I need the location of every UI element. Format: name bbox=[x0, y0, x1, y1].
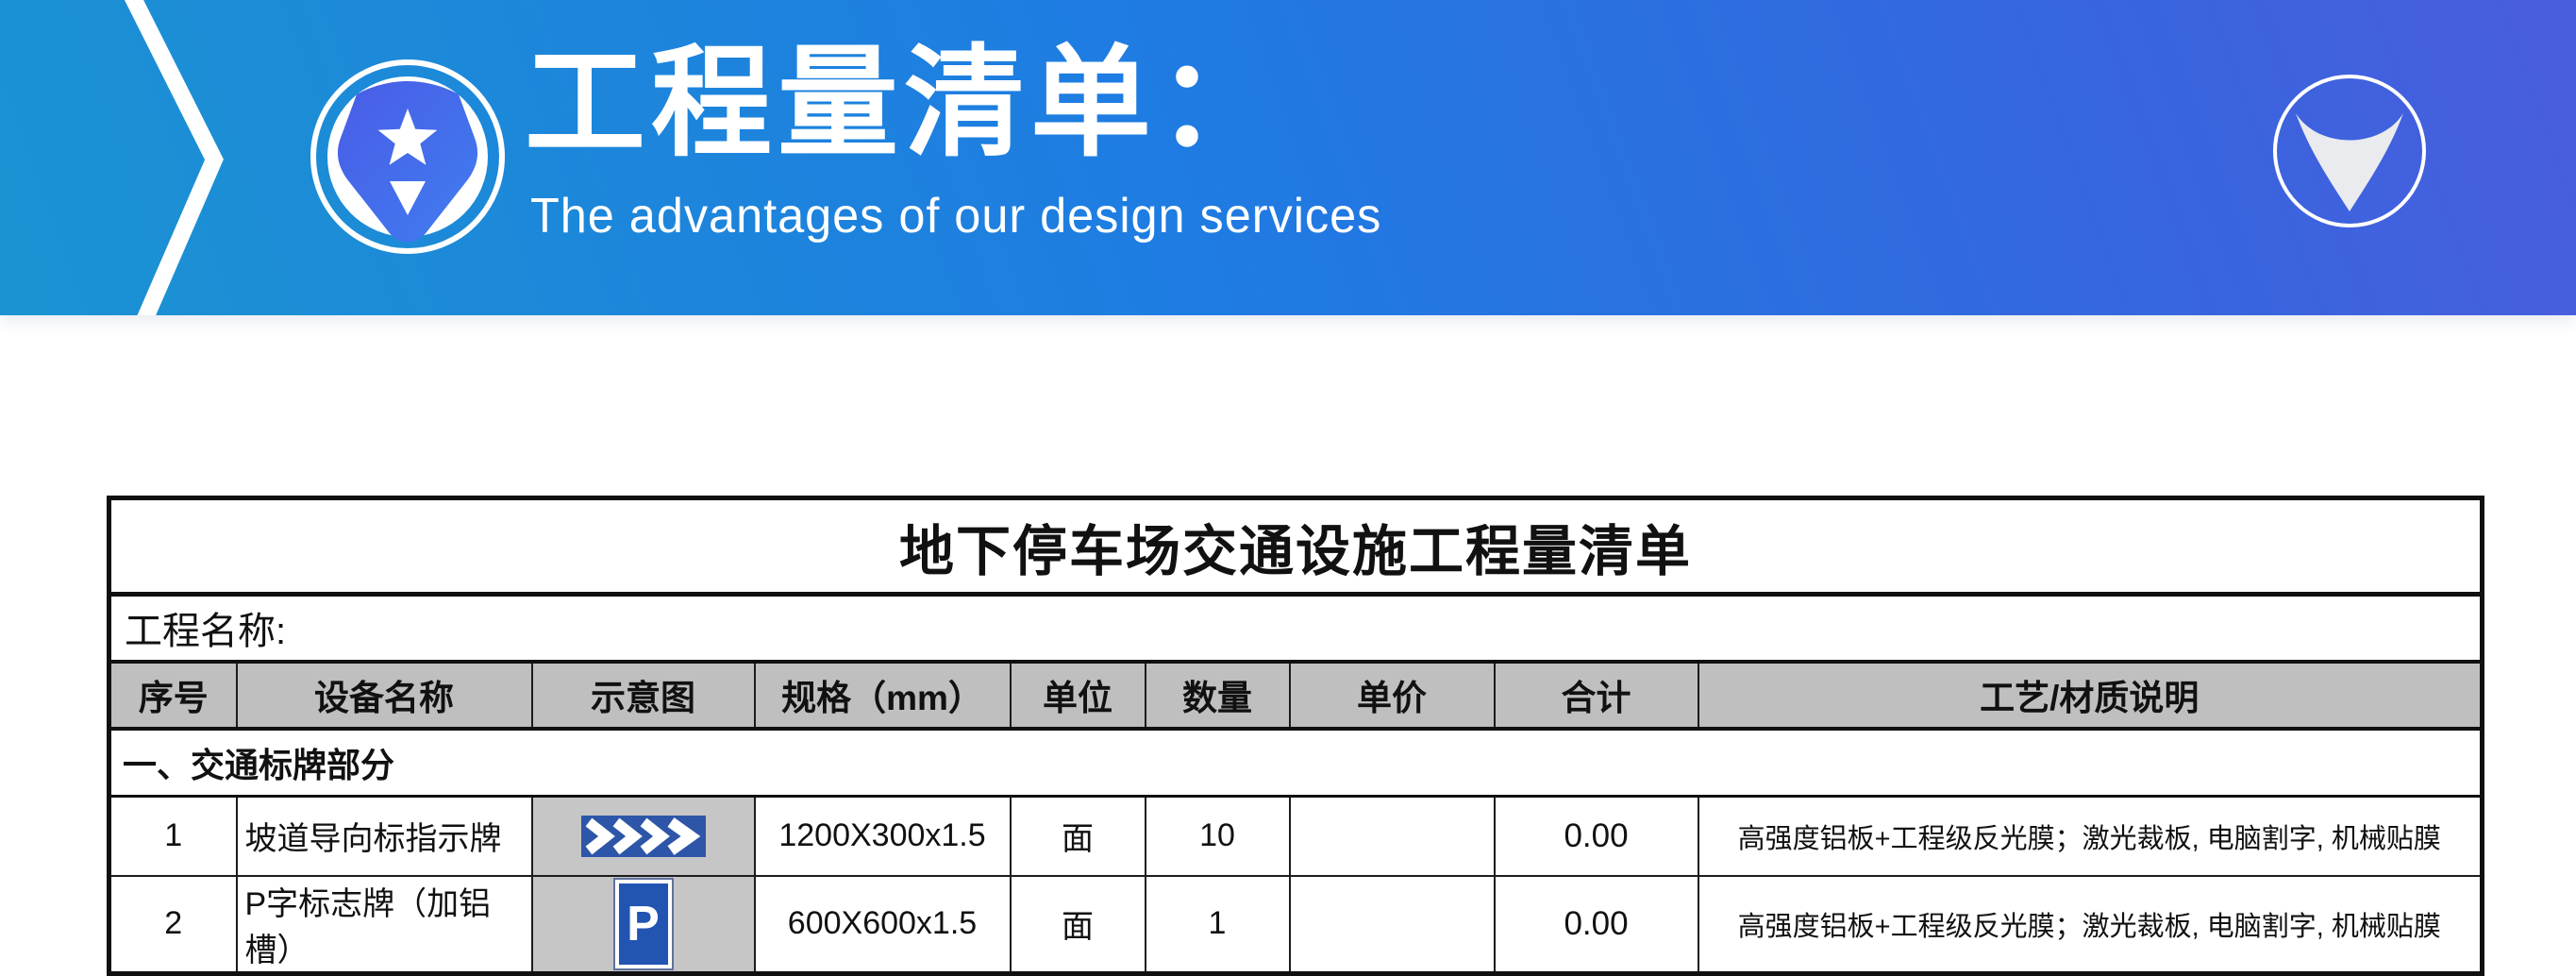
project-name-label: 工程名称: bbox=[109, 595, 2483, 662]
cell-qty: 10 bbox=[1146, 797, 1290, 876]
col-header-unit: 单位 bbox=[1011, 662, 1146, 729]
column-header-row: 序号 设备名称 示意图 规格（mm） 单位 数量 单价 合计 工艺/材质说明 bbox=[109, 662, 2483, 729]
table-body: 地下停车场交通设施工程量清单 工程名称: 序号 设备名称 示意图 规格（mm） … bbox=[109, 498, 2483, 974]
cell-unit-price bbox=[1290, 797, 1495, 876]
cell-total: 0.00 bbox=[1495, 876, 1698, 974]
cell-total: 0.00 bbox=[1495, 797, 1698, 876]
col-header-qty: 数量 bbox=[1146, 662, 1290, 729]
cell-material-desc: 高强度铝板+工程级反光膜；激光裁板, 电脑割字, 机械贴膜 bbox=[1698, 876, 2483, 974]
cell-unit-price bbox=[1290, 876, 1495, 974]
col-header-unit-price: 单价 bbox=[1290, 662, 1495, 729]
section-header-row: 一、交通标牌部分 bbox=[109, 729, 2483, 797]
table-title: 地下停车场交通设施工程量清单 bbox=[109, 498, 2483, 595]
bill-of-quantities-document: 地下停车场交通设施工程量清单 工程名称: 序号 设备名称 示意图 规格（mm） … bbox=[107, 496, 2480, 976]
cell-diagram bbox=[532, 797, 755, 876]
col-header-name: 设备名称 bbox=[237, 662, 532, 729]
cell-no: 2 bbox=[109, 876, 237, 974]
cell-no: 1 bbox=[109, 797, 237, 876]
cell-name: P字标志牌（加铝槽） bbox=[237, 876, 532, 974]
cell-unit: 面 bbox=[1011, 876, 1146, 974]
boq-table: 地下停车场交通设施工程量清单 工程名称: 序号 设备名称 示意图 规格（mm） … bbox=[107, 496, 2484, 976]
table-title-row: 地下停车场交通设施工程量清单 bbox=[109, 498, 2483, 595]
banner-title: 工程量清单： bbox=[525, 28, 1846, 179]
chevron-down-button[interactable] bbox=[2267, 69, 2432, 233]
col-header-total: 合计 bbox=[1495, 662, 1698, 729]
col-header-material: 工艺/材质说明 bbox=[1698, 662, 2483, 729]
cell-material-desc: 高强度铝板+工程级反光膜；激光裁板, 电脑割字, 机械贴膜 bbox=[1698, 797, 2483, 876]
section-header-label: 一、交通标牌部分 bbox=[109, 729, 2483, 797]
header-banner: 工程量清单： The advantages of our design serv… bbox=[0, 0, 2576, 315]
cell-unit: 面 bbox=[1011, 797, 1146, 876]
cell-name: 坡道导向标指示牌 bbox=[237, 797, 532, 876]
star-pin-logo-icon bbox=[304, 53, 511, 261]
col-header-no: 序号 bbox=[109, 662, 237, 729]
cell-qty: 1 bbox=[1146, 876, 1290, 974]
parking-sign-icon: P bbox=[613, 878, 674, 970]
banner-subtitle: The advantages of our design services bbox=[530, 187, 1812, 245]
cell-spec: 600X600x1.5 bbox=[755, 876, 1011, 974]
col-header-spec: 规格（mm） bbox=[755, 662, 1011, 729]
table-row: 2 P字标志牌（加铝槽） P 600X600x1.5 面 1 0.00 高强度铝… bbox=[109, 876, 2483, 974]
ramp-chevrons-icon bbox=[581, 816, 706, 857]
col-header-diagram: 示意图 bbox=[532, 662, 755, 729]
chevron-down-icon bbox=[2296, 113, 2403, 211]
cell-spec: 1200X300x1.5 bbox=[755, 797, 1011, 876]
project-name-row: 工程名称: bbox=[109, 595, 2483, 662]
cell-diagram: P bbox=[532, 876, 755, 974]
table-row: 1 坡道导向标指示牌 1200X300x1.5 面 10 0.00 高强度铝板+… bbox=[109, 797, 2483, 876]
